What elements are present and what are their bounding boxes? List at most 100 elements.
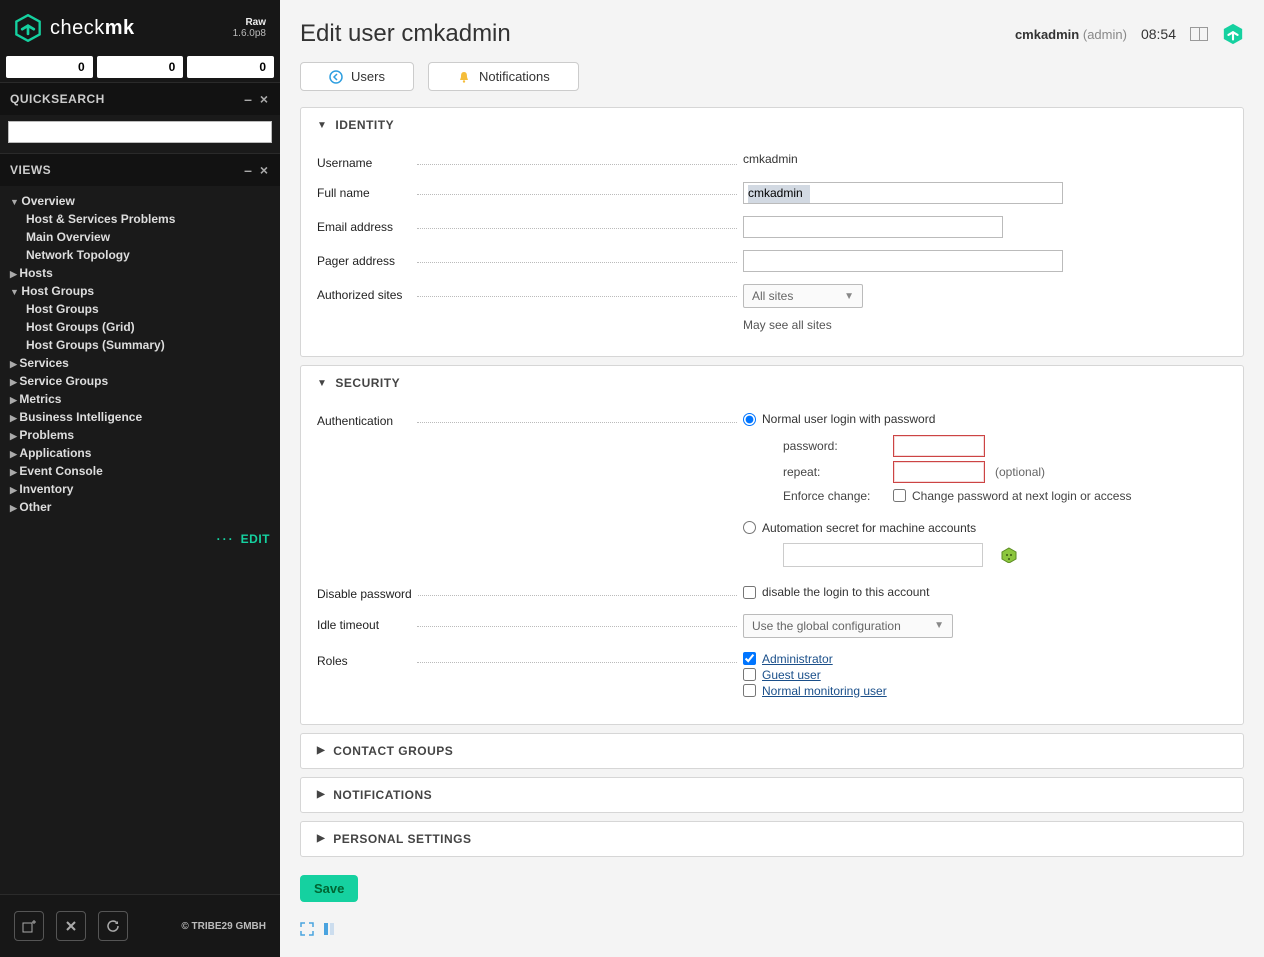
views-title: VIEWS: [10, 163, 51, 177]
fullscreen-icon[interactable]: [300, 922, 314, 936]
authsites-select[interactable]: All sites▼: [743, 284, 863, 308]
back-arrow-icon: [329, 70, 343, 84]
username-label: Username: [317, 156, 378, 170]
role-link[interactable]: Guest user: [762, 668, 821, 682]
home-icon[interactable]: [1222, 23, 1244, 45]
role-link[interactable]: Normal monitoring user: [762, 684, 887, 698]
roles-label: Roles: [317, 654, 354, 668]
tree-subitem[interactable]: Host Groups (Grid): [8, 318, 272, 336]
authentication-label: Authentication: [317, 414, 399, 428]
clock: 08:54: [1141, 26, 1176, 42]
tree-item[interactable]: Problems: [8, 426, 272, 444]
dice-icon[interactable]: [1001, 547, 1017, 563]
fullname-input[interactable]: [743, 182, 1063, 204]
repeat-label: repeat:: [783, 465, 883, 479]
tree-item[interactable]: Inventory: [8, 480, 272, 498]
users-button[interactable]: Users: [300, 62, 414, 91]
panel-security-header[interactable]: ▼ SECURITY: [301, 366, 1243, 400]
reload-icon[interactable]: [98, 911, 128, 941]
app-version: Raw 1.6.0p8: [233, 17, 266, 39]
save-button[interactable]: Save: [300, 875, 358, 902]
snapin-controls[interactable]: – ×: [244, 91, 270, 107]
tree-subitem[interactable]: Main Overview: [8, 228, 272, 246]
panel-personal-header[interactable]: ▶ PERSONAL SETTINGS: [301, 822, 1243, 856]
snapin-controls[interactable]: – ×: [244, 162, 270, 178]
logo-icon: [14, 14, 42, 42]
notifications-button[interactable]: Notifications: [428, 62, 579, 91]
panel-personal-settings: ▶ PERSONAL SETTINGS: [300, 821, 1244, 857]
dots-icon: ···: [217, 532, 235, 546]
tree-item[interactable]: Metrics: [8, 390, 272, 408]
sidebar-header: checkmk Raw 1.6.0p8: [0, 0, 280, 52]
auth-automation-radio[interactable]: Automation secret for machine accounts: [743, 521, 976, 535]
panel-security: ▼ SECURITY Authentication Normal user lo…: [300, 365, 1244, 725]
tree-item[interactable]: Services: [8, 354, 272, 372]
tree-item[interactable]: Business Intelligence: [8, 408, 272, 426]
tactical-cell[interactable]: 0: [187, 56, 274, 78]
password-input[interactable]: [893, 435, 985, 457]
idle-timeout-label: Idle timeout: [317, 618, 385, 632]
repeat-input[interactable]: [893, 461, 985, 483]
repeat-optional: (optional): [995, 465, 1045, 479]
authsites-label: Authorized sites: [317, 288, 408, 302]
logout-icon[interactable]: [56, 911, 86, 941]
tree-item[interactable]: Host Groups: [8, 282, 272, 300]
tree-item[interactable]: Service Groups: [8, 372, 272, 390]
caret-down-icon: ▼: [934, 620, 944, 631]
enforce-change-check[interactable]: Change password at next login or access: [893, 489, 1131, 503]
automation-secret-input[interactable]: [783, 543, 983, 567]
panel-identity: ▼ IDENTITY Username cmkadmin Full name /…: [300, 107, 1244, 357]
auth-normal-radio[interactable]: Normal user login with password: [743, 412, 935, 426]
idle-timeout-select[interactable]: Use the global configuration▼: [743, 614, 953, 638]
tree-item[interactable]: Event Console: [8, 462, 272, 480]
disable-login-check[interactable]: disable the login to this account: [743, 585, 929, 599]
email-label: Email address: [317, 220, 399, 234]
panel-contact-groups-header[interactable]: ▶ CONTACT GROUPS: [301, 734, 1243, 768]
password-label: password:: [783, 439, 883, 453]
sidebar-footer: © TRIBE29 GMBH: [0, 894, 280, 957]
role-check[interactable]: Guest user: [743, 668, 1227, 682]
chevron-right-icon: ▶: [317, 789, 325, 800]
tree-item[interactable]: Hosts: [8, 264, 272, 282]
pager-input[interactable]: [743, 250, 1063, 272]
tactical-cell[interactable]: 0: [97, 56, 184, 78]
tactical-cell[interactable]: 0: [6, 56, 93, 78]
quicksearch-input[interactable]: [8, 121, 272, 143]
logo-text: checkmk: [50, 17, 135, 40]
enforce-label: Enforce change:: [783, 489, 883, 503]
quicksearch-body: [0, 115, 280, 153]
caret-down-icon: ▼: [844, 291, 854, 302]
panel-notifications: ▶ NOTIFICATIONS: [300, 777, 1244, 813]
fullname-label: Full name: [317, 186, 376, 200]
role-check[interactable]: Normal monitoring user: [743, 684, 1227, 698]
panel-notifications-header[interactable]: ▶ NOTIFICATIONS: [301, 778, 1243, 812]
current-user[interactable]: cmkadmin (admin): [1015, 27, 1127, 42]
tree-item[interactable]: Applications: [8, 444, 272, 462]
logo[interactable]: checkmk: [14, 14, 135, 42]
sidebar: checkmk Raw 1.6.0p8 0 0 0 QUICKSEARCH – …: [0, 0, 280, 957]
help-icon[interactable]: [1190, 27, 1208, 41]
tree-subitem[interactable]: Host Groups (Summary): [8, 336, 272, 354]
page-header: Edit user cmkadmin cmkadmin (admin) 08:5…: [300, 0, 1244, 62]
add-snapin-icon[interactable]: [14, 911, 44, 941]
tree-item[interactable]: Other: [8, 498, 272, 516]
role-link[interactable]: Administrator: [762, 652, 833, 666]
role-check[interactable]: Administrator: [743, 652, 1227, 666]
tree-subitem[interactable]: Host Groups: [8, 300, 272, 318]
footer-icons: [300, 922, 1244, 936]
tree-item[interactable]: Overview: [8, 192, 272, 210]
chevron-right-icon: ▶: [317, 833, 325, 844]
bell-icon: [457, 70, 471, 84]
views-edit-link[interactable]: ···EDIT: [0, 526, 280, 550]
chevron-down-icon: ▼: [317, 120, 327, 131]
page-status-icon[interactable]: [322, 922, 336, 936]
tree-subitem[interactable]: Network Topology: [8, 246, 272, 264]
disable-password-label: Disable password: [317, 587, 418, 601]
panel-contact-groups: ▶ CONTACT GROUPS: [300, 733, 1244, 769]
copyright: © TRIBE29 GMBH: [181, 921, 266, 932]
tree-subitem[interactable]: Host & Services Problems: [8, 210, 272, 228]
panel-identity-header[interactable]: ▼ IDENTITY: [301, 108, 1243, 142]
quicksearch-header: QUICKSEARCH – ×: [0, 82, 280, 115]
quicksearch-title: QUICKSEARCH: [10, 92, 105, 106]
email-input[interactable]: [743, 216, 1003, 238]
